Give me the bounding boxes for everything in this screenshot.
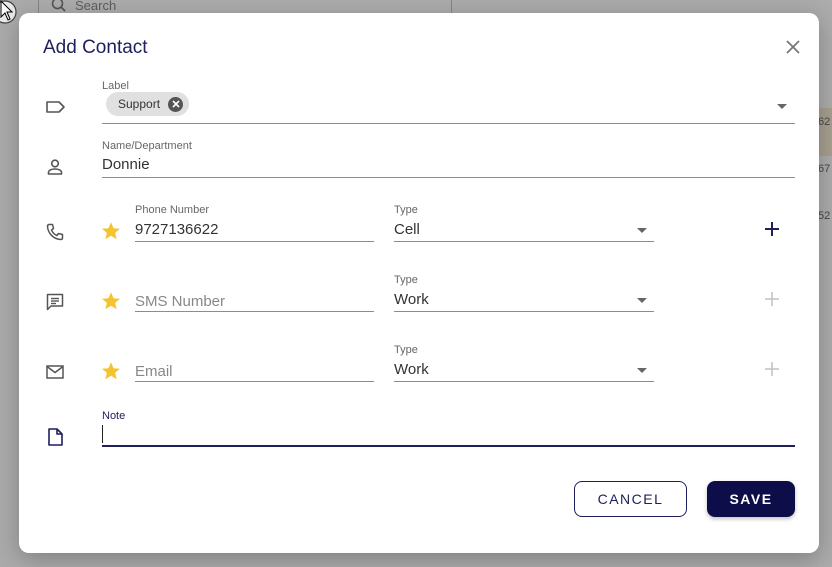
type-label: Type	[394, 274, 418, 286]
person-icon	[43, 155, 67, 179]
field-underline	[394, 381, 654, 382]
sms-placeholder: SMS Number	[135, 293, 226, 310]
field-underline	[394, 241, 654, 242]
dropdown-arrow-icon	[637, 228, 647, 233]
label-field-label: Label	[102, 80, 129, 92]
dialog-title: Add Contact	[43, 37, 148, 58]
note-icon	[43, 425, 67, 449]
dropdown-arrow-icon	[637, 368, 647, 373]
label-chip-text: Support	[118, 97, 161, 111]
field-underline	[102, 123, 795, 124]
plus-icon	[765, 222, 779, 236]
save-button[interactable]: SAVE	[707, 481, 795, 517]
sms-type-select[interactable]: Type Work	[394, 274, 654, 312]
chip-remove-button[interactable]	[168, 96, 184, 112]
email-icon	[43, 360, 67, 384]
close-icon	[171, 100, 180, 108]
field-underline	[135, 311, 374, 312]
type-value: Work	[394, 361, 429, 378]
phone-icon	[43, 220, 67, 244]
field-underline	[135, 381, 374, 382]
field-underline-focused	[102, 445, 795, 447]
phone-field-label: Phone Number	[135, 204, 209, 216]
mouse-cursor-icon	[0, 0, 17, 24]
type-value: Cell	[394, 221, 420, 238]
sms-icon	[43, 290, 67, 314]
field-underline	[135, 241, 374, 242]
sms-number-field[interactable]: SMS Number	[135, 274, 374, 312]
plus-icon	[765, 362, 779, 376]
name-department-field[interactable]: Name/Department Donnie	[102, 140, 795, 178]
close-icon	[786, 40, 800, 54]
close-button[interactable]	[783, 37, 803, 57]
plus-icon	[765, 292, 779, 306]
type-value: Work	[394, 291, 429, 308]
type-label: Type	[394, 344, 418, 356]
label-chip: Support	[106, 92, 190, 116]
phone-number-field[interactable]: Phone Number 9727136622	[135, 204, 374, 242]
add-sms-button[interactable]	[761, 288, 783, 310]
phone-type-select[interactable]: Type Cell	[394, 204, 654, 242]
star-favorite-icon[interactable]	[100, 360, 122, 382]
label-icon	[43, 95, 67, 119]
cancel-button[interactable]: CANCEL	[574, 481, 687, 517]
email-field[interactable]: Email	[135, 344, 374, 382]
text-caret	[102, 425, 103, 443]
note-field-label: Note	[102, 410, 126, 422]
dropdown-arrow-icon	[637, 298, 647, 303]
add-contact-dialog: Add Contact Label Support Name/Departmen…	[19, 13, 819, 553]
field-underline	[394, 311, 654, 312]
name-field-value: Donnie	[102, 156, 150, 173]
star-favorite-icon[interactable]	[100, 220, 122, 242]
email-type-select[interactable]: Type Work	[394, 344, 654, 382]
add-phone-button[interactable]	[761, 218, 783, 240]
label-select[interactable]: Label Support	[102, 80, 795, 125]
phone-field-value: 9727136622	[135, 221, 219, 238]
dropdown-arrow-icon	[777, 104, 787, 109]
add-email-button[interactable]	[761, 358, 783, 380]
field-underline	[102, 177, 795, 178]
email-placeholder: Email	[135, 363, 173, 380]
note-field[interactable]: Note	[102, 410, 795, 448]
star-favorite-icon[interactable]	[100, 290, 122, 312]
name-field-label: Name/Department	[102, 140, 192, 152]
type-label: Type	[394, 204, 418, 216]
